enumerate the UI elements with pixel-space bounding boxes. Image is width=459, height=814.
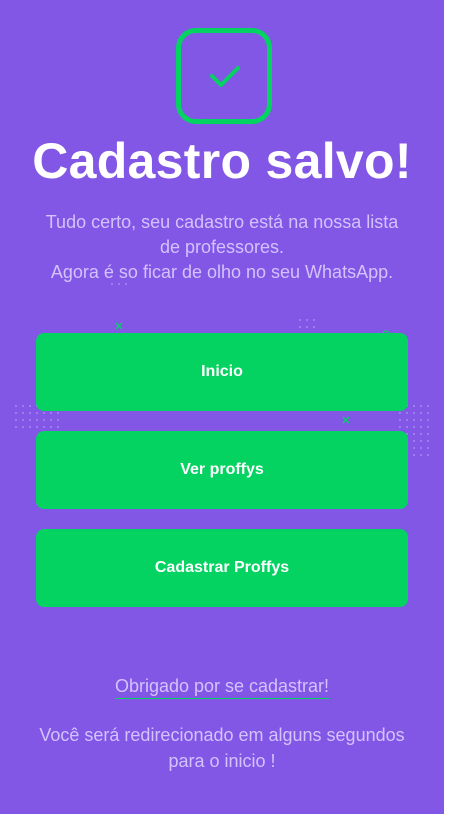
- redirect-line: para o inicio !: [168, 751, 276, 771]
- register-proffys-button[interactable]: Cadastrar Proffys: [36, 529, 408, 607]
- thanks-container: Obrigado por se cadastrar!: [0, 676, 444, 699]
- view-proffys-button[interactable]: Ver proffys: [36, 431, 408, 509]
- thanks-link[interactable]: Obrigado por se cadastrar!: [114, 676, 330, 699]
- description-line: de professores.: [159, 237, 285, 257]
- page-title: Cadastro salvo!: [32, 133, 412, 189]
- success-description: Tudo certo, seu cadastro está na nossa l…: [22, 210, 422, 285]
- scrollbar-gutter: [444, 0, 459, 814]
- redirect-line: Você será redirecionado em alguns segund…: [39, 725, 405, 745]
- redirect-message: Você será redirecionado em alguns segund…: [20, 722, 424, 774]
- check-icon: [210, 66, 240, 87]
- home-button[interactable]: Inicio: [36, 333, 408, 411]
- description-line: Agora é so ficar de olho no seu WhatsApp…: [50, 262, 394, 282]
- success-page: Cadastro salvo! Tudo certo, seu cadastro…: [0, 0, 444, 814]
- description-line: Tudo certo, seu cadastro está na nossa l…: [45, 212, 399, 232]
- success-icon-frame: [176, 28, 272, 124]
